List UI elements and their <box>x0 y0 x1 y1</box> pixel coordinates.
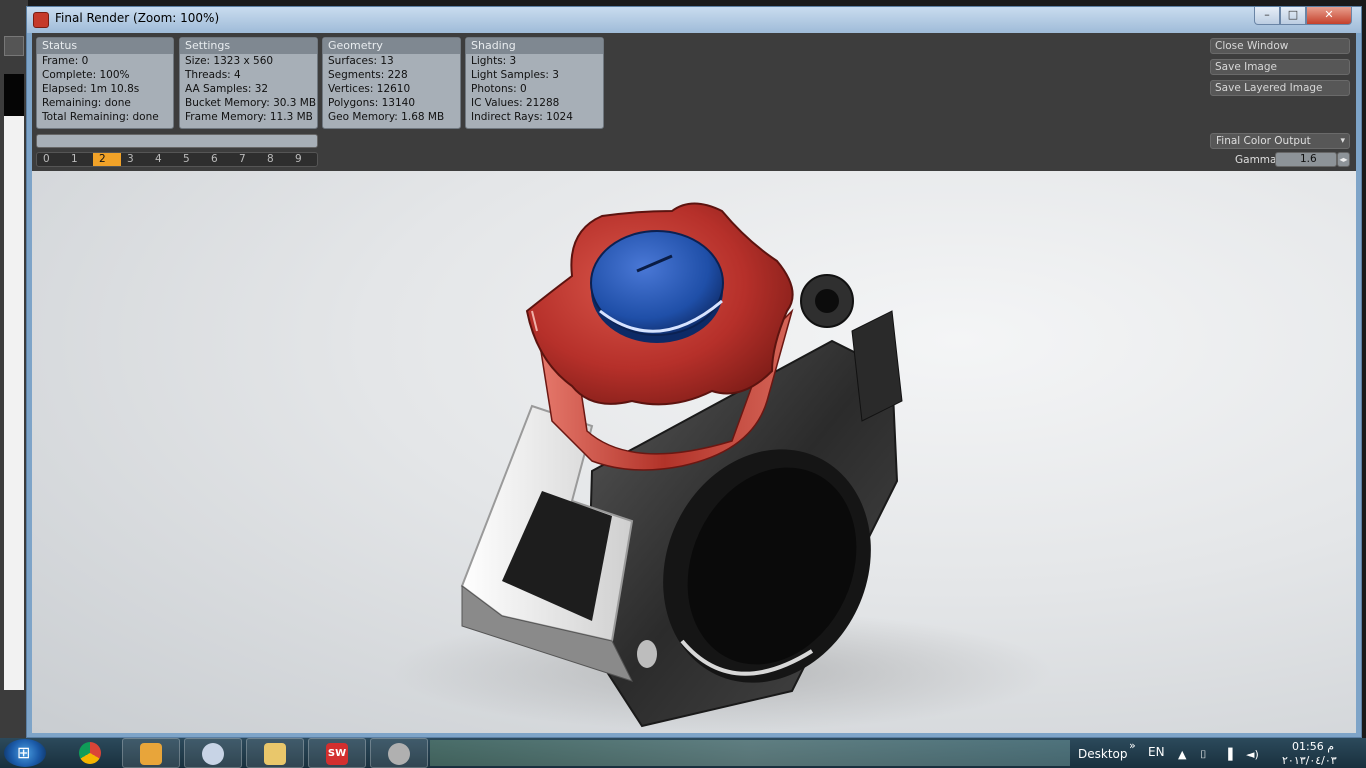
paint-icon <box>202 743 224 765</box>
rendered-clamp-image <box>392 202 1052 731</box>
status-panel: Status Frame: 0 Complete: 100% Elapsed: … <box>36 37 174 129</box>
final-render-window: Final Render (Zoom: 100%) – □ ✕ Status F… <box>26 6 1362 738</box>
bucket-5[interactable]: 5 <box>177 153 205 166</box>
solidworks-taskbar-button[interactable]: SW <box>308 738 366 768</box>
geometry-surfaces: Surfaces: 13 <box>328 55 394 67</box>
bucket-4[interactable]: 4 <box>149 153 177 166</box>
taskbar-background <box>430 740 1070 766</box>
power-icon[interactable]: ⌷ <box>1200 748 1207 762</box>
settings-panel-header: Settings <box>180 38 317 54</box>
desktop-toolbar-label[interactable]: Desktop <box>1078 747 1128 761</box>
geometry-polygons: Polygons: 13140 <box>328 97 416 109</box>
shading-indirect-rays: Indirect Rays: 1024 <box>471 111 573 123</box>
status-total-remaining: Total Remaining: done <box>42 111 159 123</box>
save-image-button[interactable]: Save Image <box>1210 59 1350 75</box>
render-stats-area: Status Frame: 0 Complete: 100% Elapsed: … <box>32 33 1356 171</box>
windows-start-icon[interactable]: ⊞ <box>4 739 46 767</box>
bucket-selector: 0 1 2 3 4 5 6 7 8 9 <box>36 152 318 167</box>
bucket-0[interactable]: 0 <box>37 153 65 166</box>
status-frame: Frame: 0 <box>42 55 89 67</box>
geometry-vertices: Vertices: 12610 <box>328 83 411 95</box>
status-complete: Complete: 100% <box>42 69 130 81</box>
background-app-button[interactable] <box>4 36 24 56</box>
settings-frame-memory: Frame Memory: 11.3 MB <box>185 111 313 123</box>
geometry-panel: Geometry Surfaces: 13 Segments: 228 Vert… <box>322 37 461 129</box>
settings-threads: Threads: 4 <box>185 69 241 81</box>
settings-bucket-memory: Bucket Memory: 30.3 MB <box>185 97 317 109</box>
explorer-icon <box>264 743 286 765</box>
bucket-2[interactable]: 2 <box>93 153 121 166</box>
chrome-icon <box>79 742 101 764</box>
blue-cap <box>590 230 724 343</box>
settings-aa-samples: AA Samples: 32 <box>185 83 269 95</box>
gamma-label: Gamma <box>1235 154 1277 166</box>
bucket-8[interactable]: 8 <box>261 153 289 166</box>
settings-size: Size: 1323 x 560 <box>185 55 274 67</box>
title-bar[interactable]: Final Render (Zoom: 100%) – □ ✕ <box>27 7 1361 33</box>
background-app-canvas <box>4 116 24 690</box>
maximize-button[interactable]: □ <box>1280 7 1306 25</box>
network-signal-icon[interactable]: ▐ <box>1224 748 1232 761</box>
app-icon <box>33 12 49 28</box>
background-app-panel <box>4 74 24 116</box>
start-glyph: ⊞ <box>17 743 31 762</box>
save-layered-image-button[interactable]: Save Layered Image <box>1210 80 1350 96</box>
gamma-input[interactable]: 1.6 <box>1275 152 1337 167</box>
solidworks-render-icon <box>388 743 410 765</box>
render-ui: Status Frame: 0 Complete: 100% Elapsed: … <box>32 33 1356 733</box>
close-button[interactable]: ✕ <box>1306 7 1352 25</box>
bucket-7[interactable]: 7 <box>233 153 261 166</box>
shading-photons: Photons: 0 <box>471 83 527 95</box>
geometry-segments: Segments: 228 <box>328 69 408 81</box>
chevron-right-icon[interactable]: » <box>1129 739 1136 752</box>
shading-panel: Shading Lights: 3 Light Samples: 3 Photo… <box>465 37 604 129</box>
solidworks-icon: SW <box>326 743 348 765</box>
bucket-3[interactable]: 3 <box>121 153 149 166</box>
paint-taskbar-button[interactable] <box>184 738 242 768</box>
language-indicator[interactable]: EN <box>1148 745 1165 759</box>
render-progress-bar <box>36 134 318 148</box>
shading-panel-header: Shading <box>466 38 603 54</box>
show-hidden-icons-icon[interactable]: ▲ <box>1178 748 1186 761</box>
window-title: Final Render (Zoom: 100%) <box>55 11 220 25</box>
clock-date[interactable]: ٢٠١٣/٠٤/٠٣ <box>1282 754 1337 767</box>
output-select[interactable]: Final Color Output ▾ <box>1210 133 1350 149</box>
status-elapsed: Elapsed: 1m 10.8s <box>42 83 140 95</box>
volume-icon[interactable]: ◄) <box>1246 748 1259 761</box>
shading-light-samples: Light Samples: 3 <box>471 69 559 81</box>
output-select-value: Final Color Output <box>1216 135 1311 147</box>
explorer-taskbar-button[interactable] <box>246 738 304 768</box>
media-player-icon <box>140 743 162 765</box>
chevron-down-icon: ▾ <box>1340 136 1345 146</box>
geometry-panel-header: Geometry <box>323 38 460 54</box>
settings-panel: Settings Size: 1323 x 560 Threads: 4 AA … <box>179 37 318 129</box>
clock-time[interactable]: 01:56 م <box>1292 740 1334 753</box>
status-panel-header: Status <box>37 38 173 54</box>
gamma-stepper[interactable]: ◂▸ <box>1337 152 1350 167</box>
close-window-button[interactable]: Close Window <box>1210 38 1350 54</box>
bucket-1[interactable]: 1 <box>65 153 93 166</box>
background-app-strip <box>0 0 28 740</box>
geometry-geo-memory: Geo Memory: 1.68 MB <box>328 111 445 123</box>
render-viewport <box>32 171 1356 733</box>
status-remaining: Remaining: done <box>42 97 131 109</box>
chrome-taskbar-button[interactable] <box>62 738 120 768</box>
render-progress-fill <box>37 135 317 147</box>
media-player-taskbar-button[interactable] <box>122 738 180 768</box>
shading-ic-values: IC Values: 21288 <box>471 97 560 109</box>
bucket-9[interactable]: 9 <box>289 153 317 166</box>
taskbar: ⊞ SW Desktop » EN ▲ ⌷ ▐ ◄) 01:56 م ٢٠١٣/… <box>0 738 1366 768</box>
bucket-6[interactable]: 6 <box>205 153 233 166</box>
minimize-button[interactable]: – <box>1254 7 1280 25</box>
shading-lights: Lights: 3 <box>471 55 517 67</box>
solidworks-render-taskbar-button[interactable] <box>370 738 428 768</box>
